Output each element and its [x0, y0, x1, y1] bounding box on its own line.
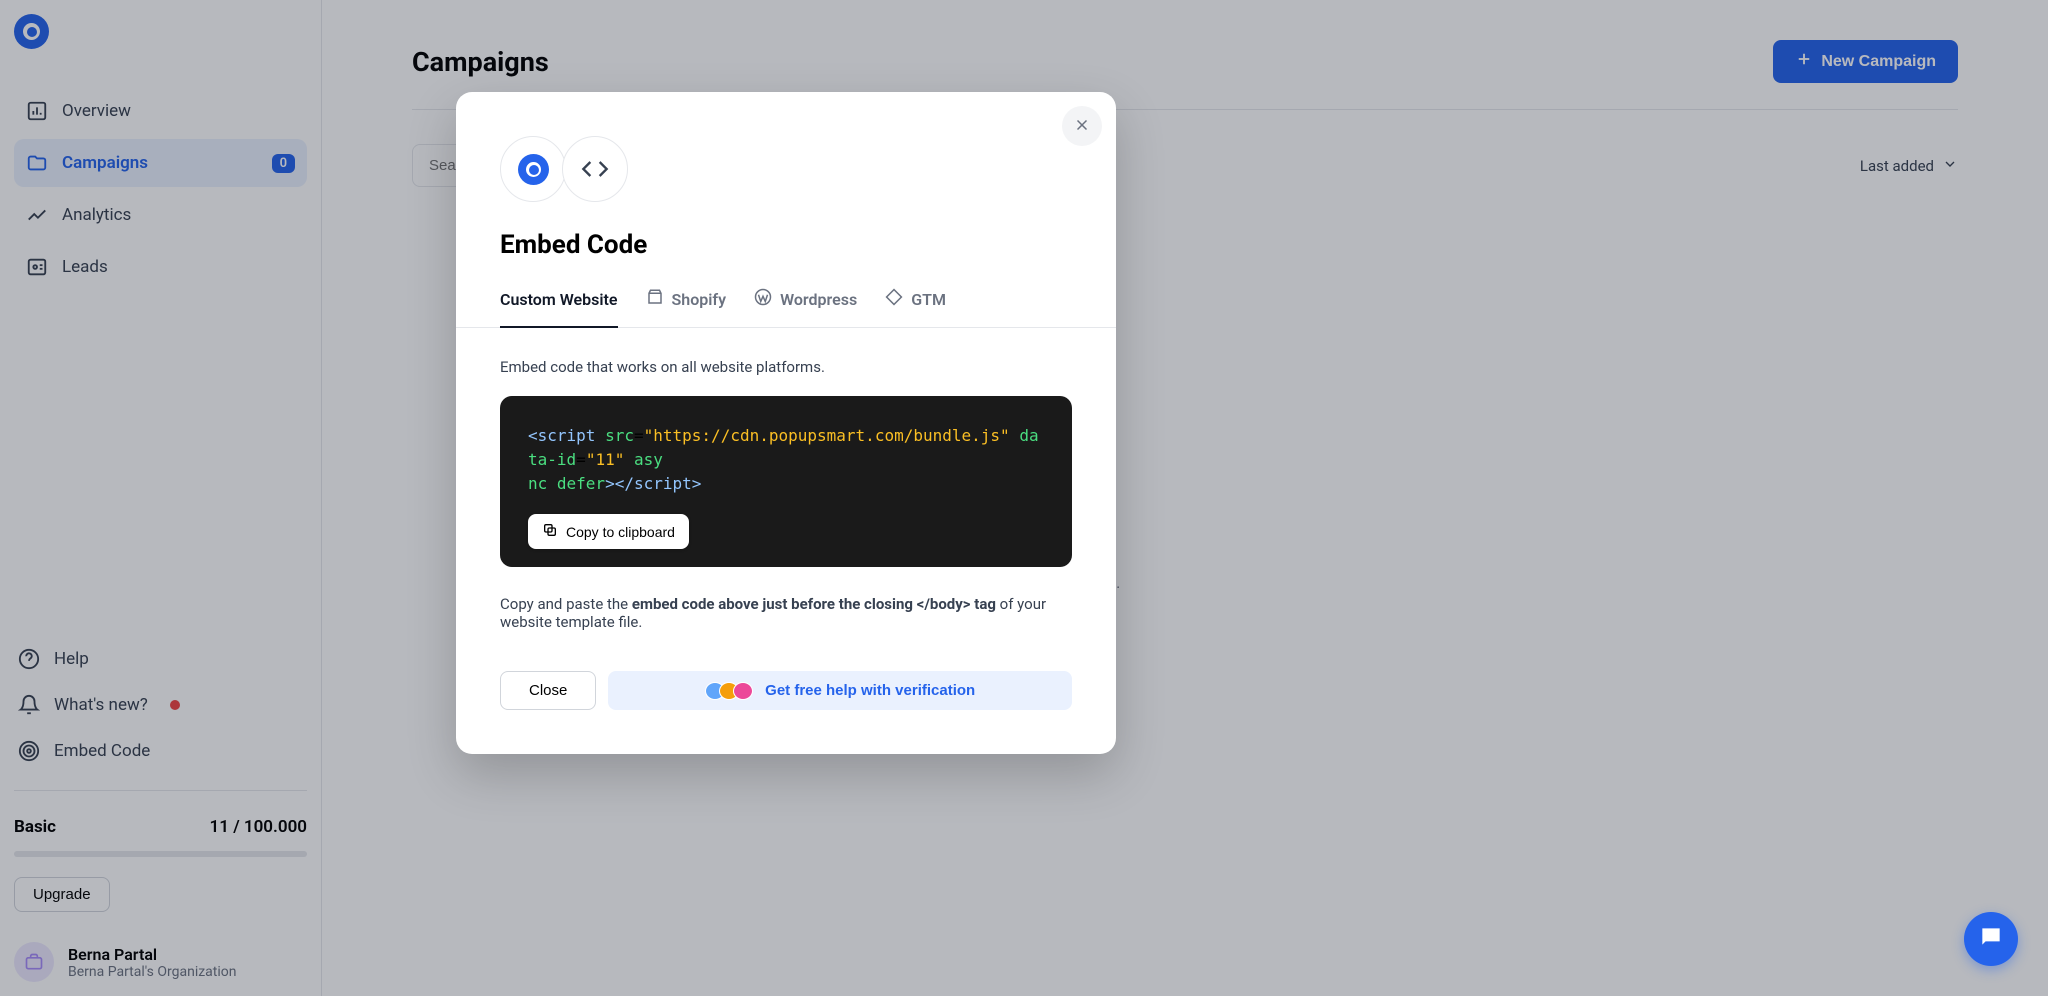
support-avatars-icon — [705, 682, 753, 700]
embed-code-modal: Embed Code Custom Website Shopify Wordpr… — [456, 92, 1116, 754]
modal-description: Embed code that works on all website pla… — [500, 358, 1072, 376]
tab-gtm[interactable]: GTM — [885, 288, 946, 328]
copy-icon — [542, 522, 558, 541]
modal-hint: Copy and paste the embed code above just… — [500, 595, 1072, 631]
tab-label: GTM — [911, 290, 946, 309]
close-modal-button[interactable] — [1062, 106, 1102, 146]
tab-shopify[interactable]: Shopify — [646, 288, 727, 328]
code-block: <script src="https://cdn.popupsmart.com/… — [500, 396, 1072, 567]
chat-widget-button[interactable] — [1964, 912, 2018, 966]
brand-logo-icon — [500, 136, 566, 202]
tab-label: Custom Website — [500, 290, 618, 309]
modal-tabs: Custom Website Shopify Wordpress GTM — [456, 288, 1116, 328]
get-help-verification-button[interactable]: Get free help with verification — [608, 671, 1072, 710]
button-label: Copy to clipboard — [566, 524, 675, 540]
tab-wordpress[interactable]: Wordpress — [754, 288, 857, 328]
tab-label: Shopify — [672, 290, 727, 309]
wordpress-icon — [754, 288, 772, 310]
shopify-icon — [646, 288, 664, 310]
close-icon — [1073, 116, 1091, 137]
copy-to-clipboard-button[interactable]: Copy to clipboard — [528, 514, 689, 549]
embed-script-code: <script src="https://cdn.popupsmart.com/… — [528, 424, 1044, 496]
gtm-icon — [885, 288, 903, 310]
button-label: Get free help with verification — [765, 682, 975, 699]
tab-custom-website[interactable]: Custom Website — [500, 288, 618, 328]
close-button[interactable]: Close — [500, 671, 596, 710]
code-icon — [562, 136, 628, 202]
modal-title: Embed Code — [500, 230, 1072, 260]
modal-overlay[interactable]: Embed Code Custom Website Shopify Wordpr… — [0, 0, 2048, 996]
chat-icon — [1978, 924, 2004, 954]
tab-label: Wordpress — [780, 290, 857, 309]
